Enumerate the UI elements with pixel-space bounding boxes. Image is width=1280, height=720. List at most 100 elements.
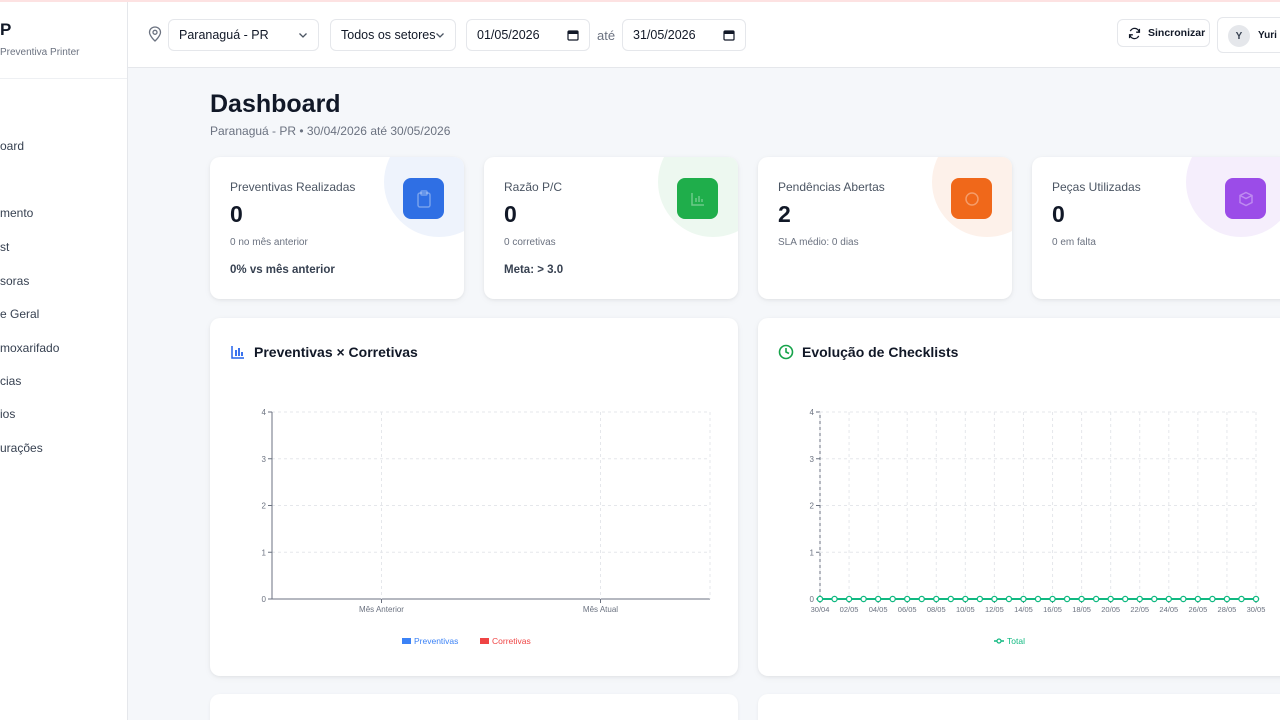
sidebar-item-configuracoes[interactable]: urações <box>0 441 43 455</box>
sidebar-divider <box>0 78 127 79</box>
card-detail: 0 em falta <box>1052 237 1096 248</box>
user-name: Yuri C <box>1258 30 1280 41</box>
data-point <box>903 595 911 603</box>
brand-logo[interactable]: P <box>0 20 11 40</box>
data-point <box>845 595 853 603</box>
location-select[interactable]: Paranaguá - PR <box>168 19 319 51</box>
stat-card-razao: Razão P/C 0 0 corretivas Meta: > 3.0 <box>484 157 738 299</box>
legend-label: Preventivas <box>414 636 458 646</box>
bar-chart: 0 1 2 3 4 Mês Anterior Mês Atual Preventivas Cor… <box>262 408 711 646</box>
x-tick-label: 26/05 <box>1188 605 1207 614</box>
sync-button-label: Sincronizar <box>1148 27 1206 39</box>
sidebar-item-dashboard[interactable]: oard <box>0 139 24 153</box>
data-point <box>1092 595 1100 603</box>
y-tick-label: 4 <box>262 408 267 417</box>
x-tick-label: 04/05 <box>869 605 888 614</box>
location-select-value: Paranaguá - PR <box>179 28 269 42</box>
x-tick-label: 02/05 <box>840 605 859 614</box>
sidebar-item-relatorios[interactable]: ios <box>0 407 15 421</box>
card-label: Peças Utilizadas <box>1052 180 1141 194</box>
sidebar-item-impressoras[interactable]: soras <box>0 274 29 288</box>
legend-label: Corretivas <box>492 636 531 646</box>
top-bar: Paranaguá - PR Todos os setores 01/05/20… <box>128 2 1280 68</box>
x-tick-label: 24/05 <box>1159 605 1178 614</box>
data-point <box>1078 595 1085 603</box>
sidebar-item-checklist[interactable]: st <box>0 240 9 254</box>
card-value: 0 <box>1052 201 1065 227</box>
card-detail: SLA médio: 0 dias <box>778 237 859 248</box>
data-point <box>816 595 824 603</box>
stat-card-pendencias: Pendências Abertas 2 SLA médio: 0 dias <box>758 157 1012 299</box>
card-label: Razão P/C <box>504 180 563 194</box>
y-tick-label: 1 <box>262 548 267 557</box>
data-point <box>889 595 896 603</box>
data-point <box>1034 595 1042 603</box>
data-point <box>918 595 925 603</box>
date-to-input[interactable]: 31/05/2026 <box>622 19 746 51</box>
x-tick-label: 30/04 <box>811 605 830 614</box>
user-menu-button[interactable]: Y Yuri C <box>1217 17 1280 53</box>
y-tick-label: 2 <box>262 502 267 511</box>
data-point <box>976 595 984 603</box>
sidebar-item-visao-geral[interactable]: e Geral <box>0 307 39 321</box>
data-point <box>991 595 998 603</box>
page-subtitle: Paranaguá - PR • 30/04/2026 até 30/05/20… <box>210 124 451 138</box>
x-tick-label: 16/05 <box>1043 605 1062 614</box>
page-title: Dashboard <box>210 90 341 118</box>
data-point <box>1049 595 1056 603</box>
y-tick-label: 1 <box>810 548 815 557</box>
sidebar: P Preventiva Printer oard mento st soras… <box>0 2 128 720</box>
data-point <box>1180 595 1187 603</box>
sidebar-item-atendimento[interactable]: mento <box>0 206 33 220</box>
date-from-value: 01/05/2026 <box>477 28 540 42</box>
y-tick-label: 3 <box>810 455 815 464</box>
chevron-down-icon <box>299 33 307 38</box>
data-point <box>962 595 969 603</box>
y-tick-label: 0 <box>262 595 267 604</box>
sidebar-item-almoxarifado[interactable]: moxarifado <box>0 341 59 355</box>
data-point <box>1209 595 1216 603</box>
data-point <box>1121 595 1129 603</box>
date-to-value: 31/05/2026 <box>633 28 696 42</box>
card-footer: 0% vs mês anterior <box>230 264 335 276</box>
data-point <box>1151 595 1158 603</box>
y-tick-label: 4 <box>810 408 815 417</box>
card-value: 0 <box>504 201 517 227</box>
data-point <box>874 595 882 603</box>
data-point <box>1238 595 1245 603</box>
y-tick-label: 3 <box>262 455 267 464</box>
card-value: 2 <box>778 201 791 227</box>
date-from-input[interactable]: 01/05/2026 <box>466 19 590 51</box>
package-icon <box>1225 178 1266 219</box>
map-pin-icon <box>148 26 162 42</box>
sidebar-item-pendencias[interactable]: cias <box>0 374 21 388</box>
y-tick-label: 2 <box>810 502 815 511</box>
calendar-icon[interactable] <box>723 29 735 41</box>
card-value: 0 <box>230 201 243 227</box>
sector-select[interactable]: Todos os setores <box>330 19 456 51</box>
bottom-panel-right <box>758 694 1280 720</box>
data-point <box>831 595 838 603</box>
x-tick-label: 18/05 <box>1072 605 1091 614</box>
x-tick-label: 06/05 <box>898 605 917 614</box>
bottom-panel-left <box>210 694 738 720</box>
calendar-icon[interactable] <box>567 29 579 41</box>
x-tick-label: 08/05 <box>927 605 946 614</box>
brand-subtitle: Preventiva Printer <box>0 47 80 58</box>
sector-select-value: Todos os setores <box>341 28 436 42</box>
x-tick-label: 20/05 <box>1101 605 1120 614</box>
x-tick-label: Mês Atual <box>583 605 618 614</box>
data-point <box>1223 595 1231 603</box>
avatar: Y <box>1228 25 1250 47</box>
data-point <box>1107 595 1114 603</box>
date-range-separator: até <box>597 28 616 43</box>
data-point <box>1252 595 1260 603</box>
card-detail: 0 no mês anterior <box>230 237 308 248</box>
data-point <box>1165 595 1173 603</box>
sync-button[interactable]: Sincronizar <box>1117 19 1210 47</box>
bar-chart-icon <box>677 178 718 219</box>
data-point <box>1063 595 1071 603</box>
data-point <box>1194 595 1202 603</box>
line-chart: 0 1 2 3 4 30/04 02/05 04/05 06/05 08/05 10/05 12/05… <box>810 408 1266 646</box>
y-tick-label: 0 <box>810 595 815 604</box>
